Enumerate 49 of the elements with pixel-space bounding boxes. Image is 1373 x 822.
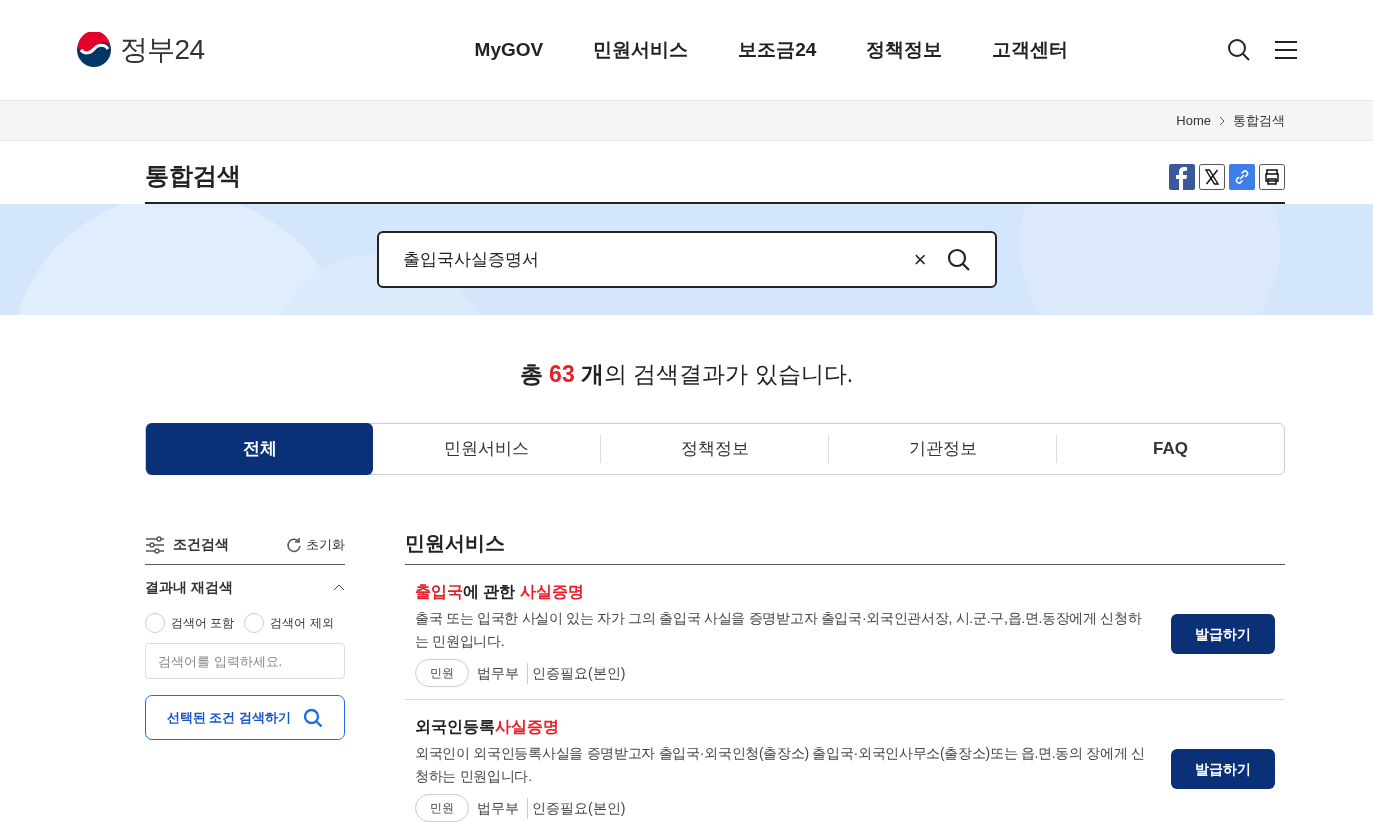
- issue-button[interactable]: 발급하기: [1171, 614, 1275, 654]
- result-title[interactable]: 출입국에 관한 사실증명: [415, 581, 1147, 603]
- result-description: 출국 또는 입국한 사실이 있는 자가 그의 출입국 사실을 증명받고자 출입국·외국인관서장, 시.군.구,읍.면.동장에게 신청하는 민원입니다.: [415, 609, 1143, 651]
- nav-link[interactable]: 민원서비스: [593, 35, 689, 65]
- tab[interactable]: FAQ: [1056, 435, 1284, 463]
- reset-button[interactable]: 초기화: [286, 534, 345, 555]
- breadcrumb-current: 통합검색: [1233, 111, 1285, 130]
- breadcrumb-link[interactable]: Home: [1176, 110, 1211, 131]
- auth-label: 인증필요(본인): [527, 797, 626, 819]
- result-summary: 총 63 개의 검색결과가 있습니다.: [518, 360, 855, 389]
- agency-label: 법무부: [477, 663, 519, 683]
- agency-label: 법무부: [477, 798, 519, 818]
- radio-option[interactable]: 검색어 제외: [244, 613, 334, 633]
- nav-link[interactable]: MyGOV: [474, 35, 544, 65]
- refresh-icon: [286, 536, 302, 553]
- print-icon[interactable]: [1259, 164, 1285, 190]
- logo-icon: [76, 32, 112, 68]
- facebook-icon[interactable]: [1169, 164, 1195, 190]
- tab[interactable]: 민원서비스: [373, 435, 600, 463]
- search-icon[interactable]: [1227, 38, 1251, 62]
- radio-option[interactable]: 검색어 포함: [145, 613, 235, 633]
- x-icon[interactable]: [1199, 164, 1225, 190]
- chevron-right-icon: [1219, 115, 1225, 126]
- search-icon: [303, 707, 324, 728]
- link-icon[interactable]: [1229, 164, 1255, 190]
- logo-text[interactable]: 정부24: [120, 29, 205, 71]
- menu-icon[interactable]: [1275, 40, 1297, 60]
- search-conditions-button[interactable]: 선택된 조건 검색하기: [145, 695, 345, 740]
- clear-button[interactable]: ×: [913, 243, 927, 276]
- auth-label: 인증필요(본인): [527, 662, 626, 684]
- chevron-up-icon[interactable]: [333, 583, 345, 591]
- issue-button[interactable]: 발급하기: [1171, 749, 1275, 789]
- nav-link[interactable]: 고객센터: [992, 35, 1069, 65]
- page-title: 통합검색: [145, 161, 241, 191]
- search-value: 출입국사실증명서: [402, 248, 540, 271]
- section-title: 결과내 재검색: [145, 577, 233, 597]
- tab[interactable]: 전체: [146, 423, 373, 475]
- tab[interactable]: 기관정보: [828, 435, 1056, 463]
- search-field[interactable]: 출입국사실증명서 ×: [376, 231, 997, 288]
- filter-title: 조건검색: [173, 535, 229, 554]
- refine-input[interactable]: 검색어를 입력하세요.: [145, 643, 345, 679]
- tab[interactable]: 정책정보: [600, 435, 828, 463]
- section-heading: 민원서비스: [405, 525, 1285, 565]
- nav-link[interactable]: 정책정보: [866, 35, 943, 65]
- search-icon[interactable]: [946, 247, 971, 272]
- nav-link[interactable]: 보조금24: [738, 35, 817, 65]
- result-description: 외국인이 외국인등록사실을 증명받고자 출입국·외국인청(출장소) 출입국·외국인사무소(출장소)또는 읍.면.동의 장에게 신청하는 민원입니다.: [415, 744, 1146, 786]
- filter-sliders-icon: [145, 535, 165, 554]
- result-title[interactable]: 외국인등록사실증명: [415, 716, 1147, 738]
